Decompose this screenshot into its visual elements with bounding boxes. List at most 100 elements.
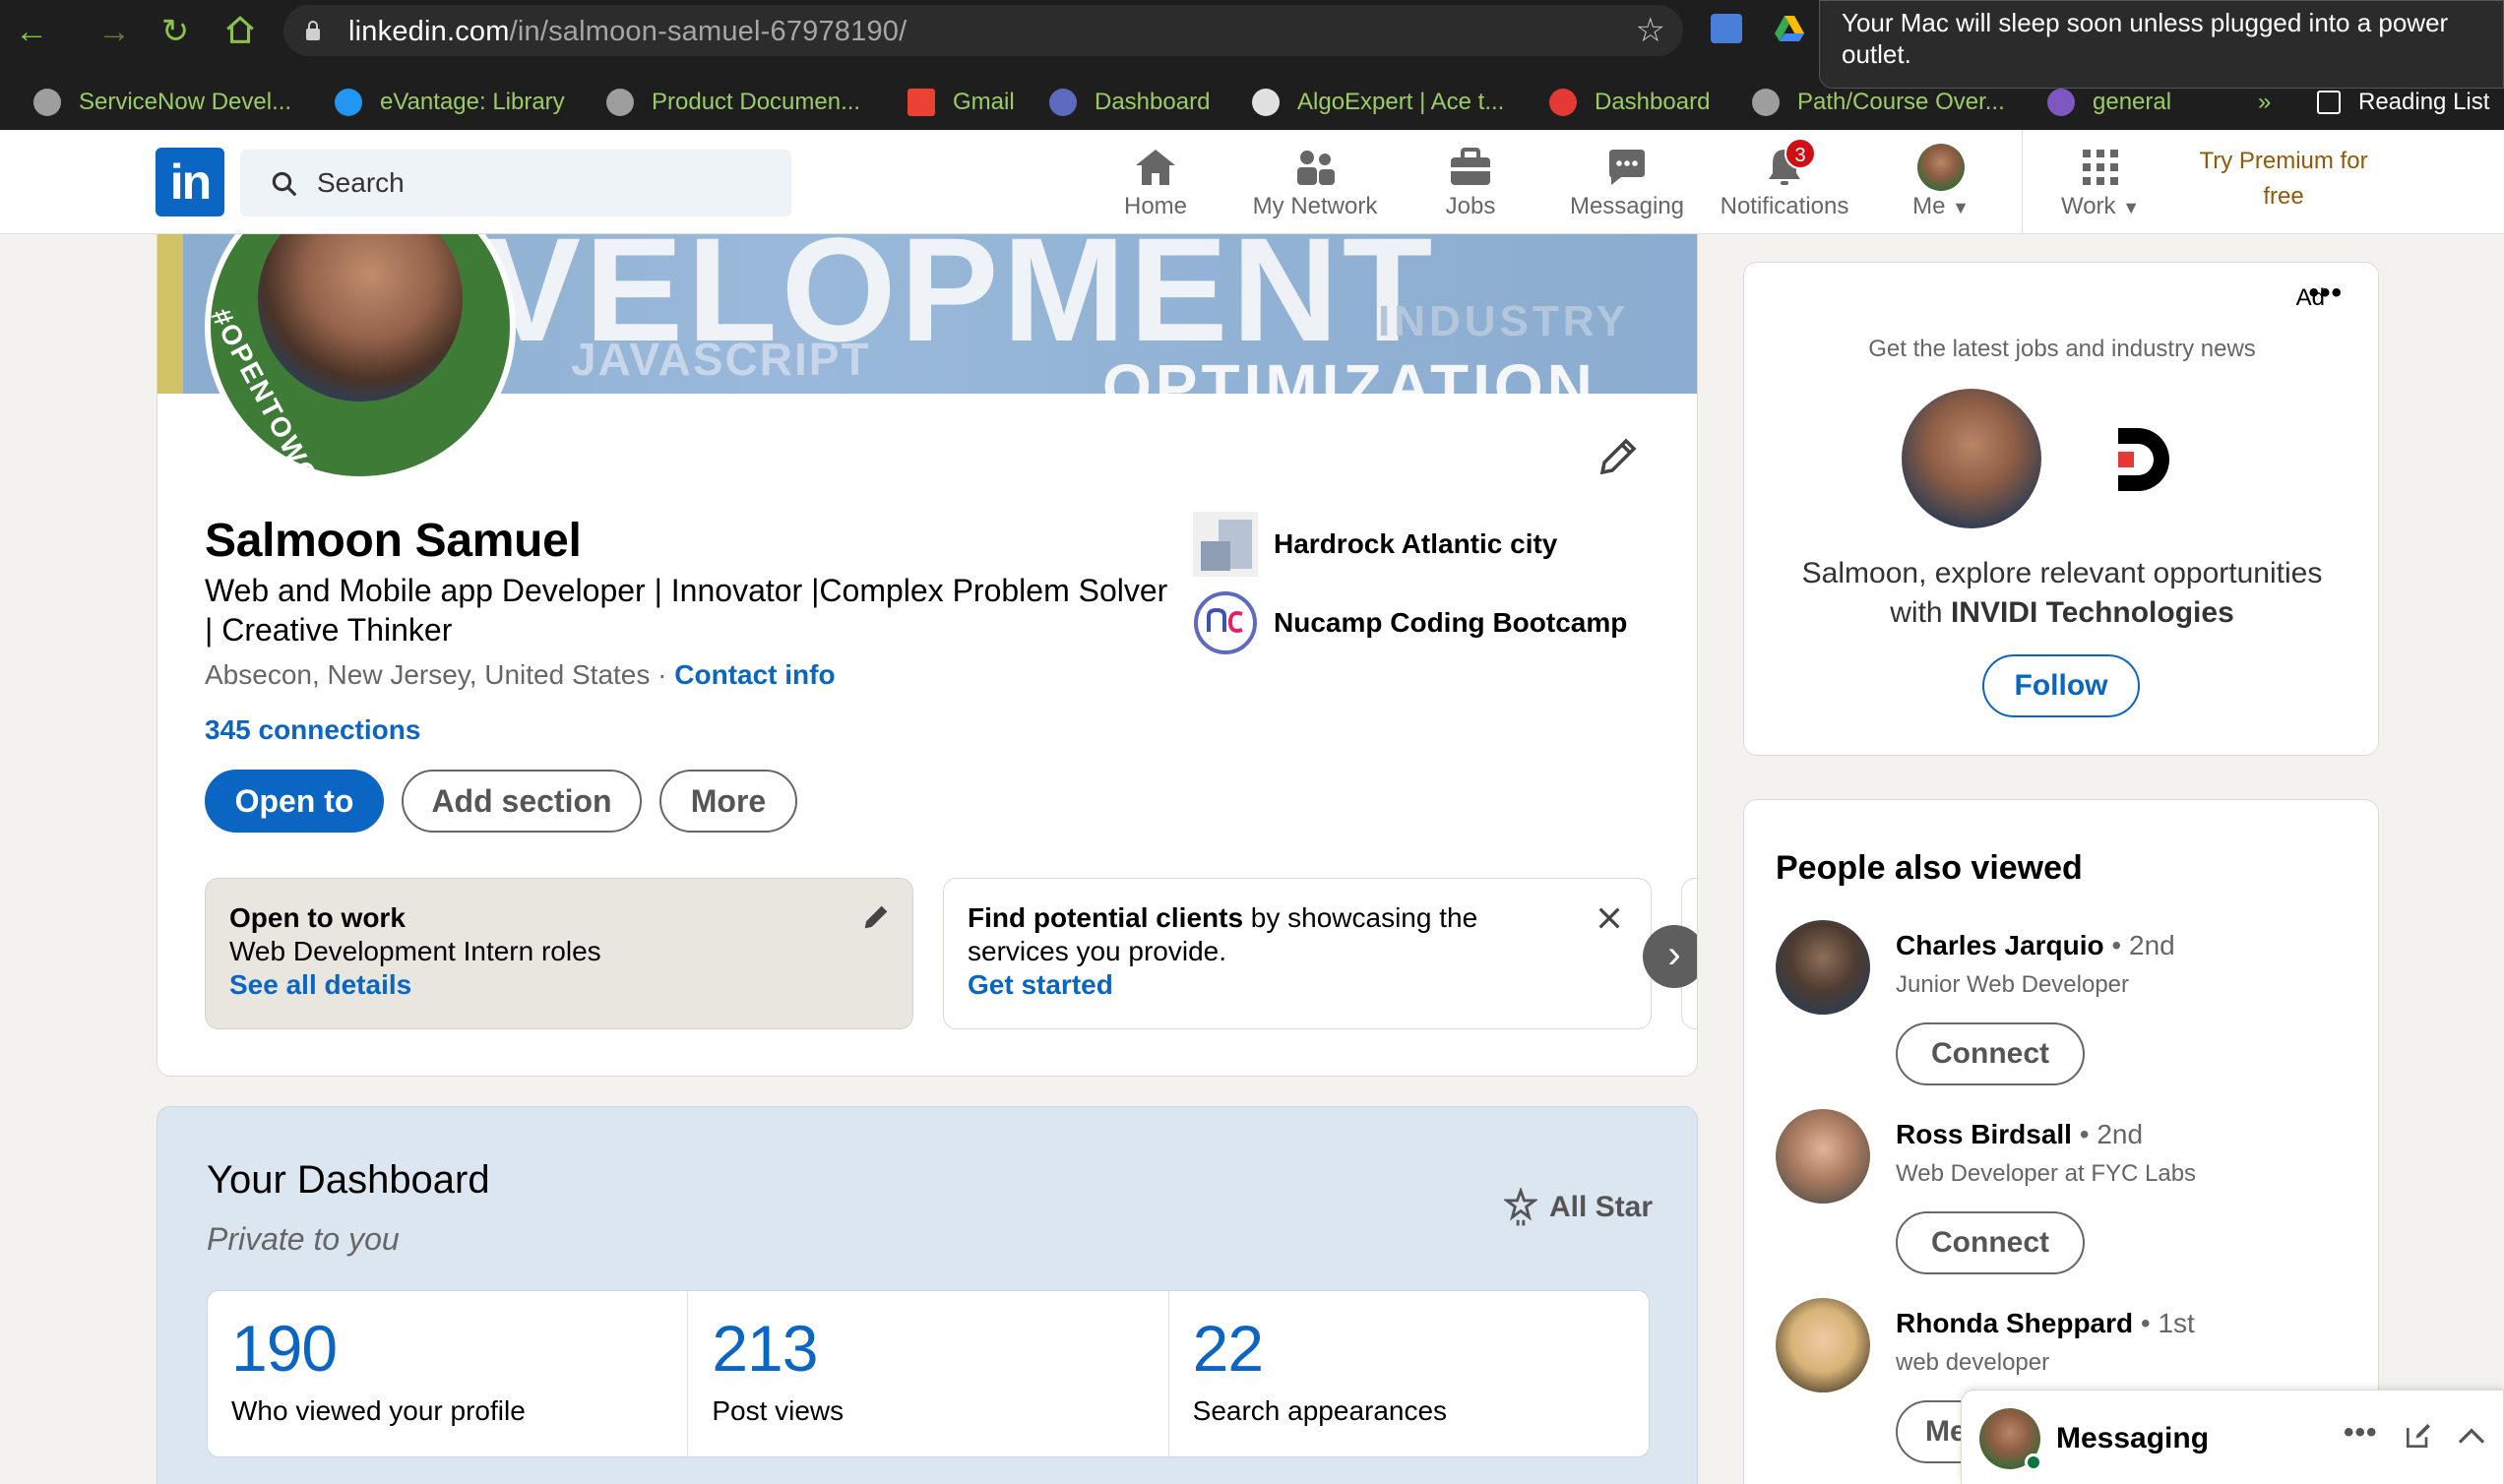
profile-location: Absecon, New Jersey, United States (205, 659, 651, 690)
bookmarks-overflow-icon[interactable]: » (2258, 85, 2271, 120)
drive-extension-icon[interactable] (1774, 14, 1805, 43)
stat-value: 213 (712, 1312, 818, 1385)
translate-extension-icon[interactable] (1711, 14, 1742, 43)
stat-label: Post views (712, 1395, 845, 1426)
carousel-next-chevron-icon[interactable]: › (1643, 925, 1697, 988)
all-star-label: All Star (1549, 1191, 1654, 1223)
separator: · (650, 659, 675, 690)
bookmark-general[interactable]: general (2047, 85, 2171, 120)
compose-icon[interactable] (2403, 1420, 2434, 1452)
nav-notifications[interactable]: 3 Notifications (1711, 138, 1858, 222)
experience-nucamp-name: Nucamp Coding Bootcamp (1274, 607, 1628, 638)
bookmark-servicenow[interactable]: ServiceNow Devel... (33, 85, 291, 120)
profile-photo-face (258, 234, 463, 402)
profile-location-line: Absecon, New Jersey, United States · Con… (205, 659, 836, 691)
chevron-up-icon[interactable] (2456, 1424, 2487, 1448)
nav-home[interactable]: Home (1096, 144, 1215, 222)
experience-nucamp[interactable]: Nucamp Coding Bootcamp (1193, 590, 1627, 655)
lock-icon (306, 21, 320, 40)
person-name[interactable]: Ross Birdsall • 2nd (1896, 1119, 2143, 1150)
bookmark-algoexpert[interactable]: AlgoExpert | Ace t... (1252, 85, 1504, 120)
nav-my-network[interactable]: My Network (1236, 144, 1394, 222)
person-name[interactable]: Rhonda Sheppard • 1st (1896, 1308, 2195, 1339)
profile-name: Salmoon Samuel (205, 515, 582, 567)
bookmark-product-docs[interactable]: Product Documen... (606, 85, 860, 120)
star-icon (1504, 1188, 1537, 1226)
edit-open-to-work-pencil-icon[interactable] (859, 900, 893, 934)
stat-label: Search appearances (1192, 1395, 1448, 1426)
get-started-link[interactable]: Get started (968, 969, 1113, 1001)
reading-list[interactable]: Reading List (2317, 85, 2489, 120)
bookmark-gmail[interactable]: Gmail (908, 85, 1015, 120)
nav-me[interactable]: Me ▼ (1882, 144, 2000, 222)
add-section-button[interactable]: Add section (402, 770, 642, 833)
bookmark-evantage[interactable]: eVantage: Library (335, 85, 565, 120)
nav-work[interactable]: Work ▼ (2041, 144, 2160, 222)
nav-jobs-label: Jobs (1445, 193, 1496, 219)
premium-line-2: free (2263, 183, 2304, 210)
bookmarks-bar: ServiceNow Devel... eVantage: Library Pr… (0, 77, 2504, 130)
back-arrow-icon[interactable]: ← (14, 14, 49, 49)
profile-photo[interactable]: #OPENTOWORK (205, 234, 516, 482)
dashboard-stats: 190 Who viewed your profile 213 Post vie… (207, 1290, 1650, 1457)
open-to-work-title: Open to work (229, 902, 406, 933)
nav-messaging[interactable]: Messaging (1563, 144, 1691, 222)
stat-search-appearances[interactable]: 22 Search appearances (1169, 1291, 1649, 1456)
experience-hardrock[interactable]: Hardrock Atlantic city (1193, 512, 1557, 577)
try-premium-link[interactable]: Try Premium for free (2165, 144, 2402, 215)
banner-word-optimization: OPTIMIZATION (1102, 351, 1596, 394)
online-status-dot (2025, 1453, 2042, 1471)
your-dashboard: Your Dashboard Private to you All Star 1… (156, 1106, 1698, 1484)
person-avatar[interactable] (1776, 1298, 1870, 1392)
slack-favicon-icon (2047, 89, 2075, 116)
search-input[interactable] (317, 163, 770, 203)
close-icon[interactable] (1594, 902, 1625, 934)
nucamp-logo (1193, 590, 1258, 655)
find-clients-line2: services you provide. (968, 936, 1227, 966)
ad-card: Ad ••• Get the latest jobs and industry … (1743, 262, 2379, 756)
connections-link[interactable]: 345 connections (205, 714, 420, 746)
follow-button[interactable]: Follow (1982, 654, 2140, 717)
stat-profile-viewers[interactable]: 190 Who viewed your profile (208, 1291, 689, 1456)
see-all-details-link[interactable]: See all details (229, 969, 411, 1001)
edit-intro-pencil-icon[interactable] (1595, 433, 1642, 480)
bookmark-dashboard-canvas[interactable]: Dashboard (1549, 85, 1710, 120)
nav-notifications-label: Notifications (1720, 193, 1849, 219)
address-bar[interactable]: linkedin.com/in/salmoon-samuel-67978190/… (283, 5, 1683, 56)
messaging-dock[interactable]: Messaging ••• (1961, 1390, 2504, 1484)
bookmark-path-course[interactable]: Path/Course Over... (1752, 85, 2005, 120)
open-to-button[interactable]: Open to (205, 770, 384, 833)
chevron-down-icon: ▼ (2122, 198, 2141, 217)
canvas-favicon-icon (1549, 89, 1577, 116)
person-avatar[interactable] (1776, 920, 1870, 1015)
dashboard-subtitle: Private to you (207, 1221, 400, 1257)
home-browser-icon[interactable] (222, 14, 258, 49)
forward-arrow-icon[interactable]: → (96, 14, 132, 49)
search-box[interactable] (240, 150, 791, 216)
connect-button[interactable]: Connect (1896, 1022, 2085, 1085)
person-title: Junior Web Developer (1896, 971, 2130, 998)
ad-menu-icon[interactable]: ••• (2308, 277, 2343, 310)
nav-home-label: Home (1123, 193, 1188, 219)
all-star-badge[interactable]: All Star (1504, 1188, 1653, 1227)
banner-word-industry: INDUSTRY (1378, 297, 1630, 345)
bookmark-star-icon[interactable]: ☆ (1636, 11, 1665, 50)
connect-button[interactable]: Connect (1896, 1211, 2085, 1274)
nav-jobs[interactable]: Jobs (1411, 144, 1530, 222)
bookmark-dashboard-nucamp[interactable]: Dashboard (1049, 85, 1210, 120)
stat-post-views[interactable]: 213 Post views (688, 1291, 1169, 1456)
linkedin-logo[interactable]: in (156, 148, 224, 216)
messaging-more-icon[interactable]: ••• (2344, 1416, 2378, 1450)
profile-card: VELOPMENT JAVASCRIPT OPTIMIZATION INDUST… (156, 234, 1698, 1077)
open-to-work-card[interactable]: Open to work Web Development Intern role… (205, 878, 913, 1029)
person-avatar[interactable] (1776, 1109, 1870, 1204)
more-button[interactable]: More (659, 770, 797, 833)
gmail-icon (908, 89, 935, 116)
reload-icon[interactable]: ↻ (157, 14, 193, 49)
home-icon (1136, 150, 1175, 185)
profile-headline: Web and Mobile app Developer | Innovator… (205, 573, 1168, 648)
person-name[interactable]: Charles Jarquio • 2nd (1896, 930, 2175, 961)
sleep-notification[interactable]: Your Mac will sleep soon unless plugged … (1819, 0, 2504, 89)
contact-info-link[interactable]: Contact info (674, 659, 835, 690)
jobs-icon (1451, 148, 1490, 185)
